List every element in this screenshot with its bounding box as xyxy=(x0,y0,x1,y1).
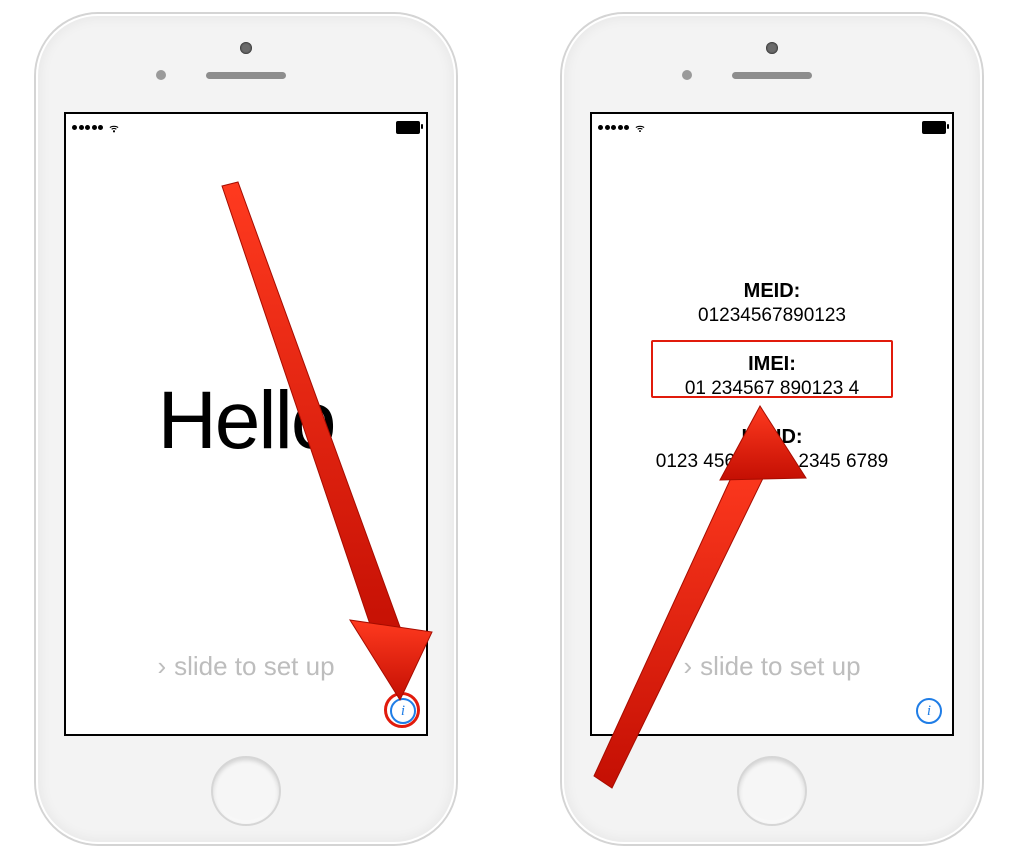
home-button[interactable] xyxy=(213,758,279,824)
diagram-canvas: Hello › slide to set up i xyxy=(0,0,1024,867)
battery-icon xyxy=(396,121,420,134)
wifi-icon xyxy=(633,121,647,133)
device-info-block: MEID: 01234567890123 IMEI: 01 234567 890… xyxy=(592,260,952,473)
phone-camera xyxy=(240,42,252,54)
slide-label: slide to set up xyxy=(700,651,860,682)
iccid-value: 0123 4567 8901 2345 6789 xyxy=(592,451,952,473)
home-button[interactable] xyxy=(739,758,805,824)
signal-dots-icon xyxy=(72,125,103,130)
phone-left: Hello › slide to set up i xyxy=(36,14,456,844)
wifi-icon xyxy=(107,121,121,133)
screen-left: Hello › slide to set up i xyxy=(64,112,428,736)
phone-speaker xyxy=(206,72,286,79)
hello-text: Hello xyxy=(66,374,426,468)
phone-camera xyxy=(766,42,778,54)
iccid-label: ICCID: xyxy=(592,426,952,449)
phone-sensor xyxy=(682,70,692,80)
phone-sensor xyxy=(156,70,166,80)
slide-label: slide to set up xyxy=(174,651,334,682)
chevron-right-icon: › xyxy=(157,651,166,682)
status-bar xyxy=(598,118,946,136)
phone-speaker xyxy=(732,72,812,79)
info-icon[interactable]: i xyxy=(916,698,942,724)
status-bar xyxy=(72,118,420,136)
slide-to-setup[interactable]: › slide to set up xyxy=(66,651,426,682)
screen-right: MEID: 01234567890123 IMEI: 01 234567 890… xyxy=(590,112,954,736)
imei-label: IMEI: xyxy=(592,353,952,376)
meid-value: 01234567890123 xyxy=(592,305,952,327)
info-icon[interactable]: i xyxy=(390,698,416,724)
signal-dots-icon xyxy=(598,125,629,130)
chevron-right-icon: › xyxy=(683,651,692,682)
imei-value: 01 234567 890123 4 xyxy=(592,378,952,400)
meid-label: MEID: xyxy=(592,280,952,303)
phone-right: MEID: 01234567890123 IMEI: 01 234567 890… xyxy=(562,14,982,844)
battery-icon xyxy=(922,121,946,134)
slide-to-setup[interactable]: › slide to set up xyxy=(592,651,952,682)
